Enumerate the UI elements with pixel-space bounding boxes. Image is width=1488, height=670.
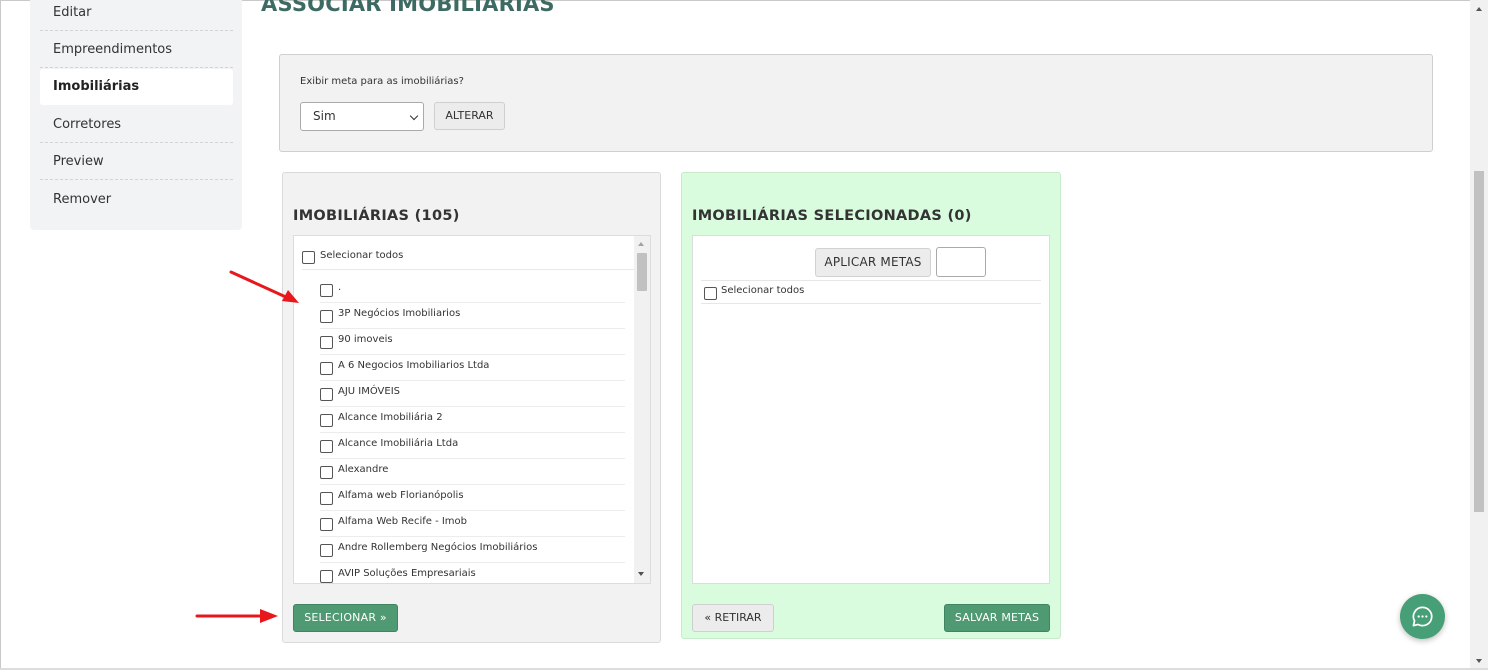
- aplicar-metas-button[interactable]: APLICAR METAS: [815, 248, 931, 277]
- sidebar-item-editar[interactable]: Editar: [40, 0, 233, 31]
- selected-select-all-label: Selecionar todos: [721, 285, 805, 296]
- meta-select[interactable]: Sim: [300, 102, 424, 131]
- list-item-checkbox[interactable]: [320, 440, 333, 453]
- selected-imobiliarias-panel: IMOBILIÁRIAS SELECIONADAS (0) APLICAR ME…: [681, 172, 1061, 639]
- list-item-checkbox[interactable]: [320, 570, 333, 583]
- imobiliarias-list[interactable]: Selecionar todos . 3P Negócios Imobiliar…: [293, 235, 651, 584]
- list-item[interactable]: Alcance Imobiliária 2: [320, 407, 625, 433]
- page-title: ASSOCIAR IMOBILIÁRIAS: [261, 0, 555, 16]
- list-item[interactable]: 90 imoveis: [320, 329, 625, 355]
- list-item-label: Alfama Web Recife - Imob: [338, 516, 468, 527]
- list-item-label: Alexandre: [338, 464, 389, 475]
- annotation-arrow-icon: [229, 270, 299, 303]
- sidebar-item-imobiliarias[interactable]: Imobiliárias: [40, 69, 233, 105]
- selected-select-all-row[interactable]: Selecionar todos: [701, 280, 1041, 304]
- list-item-checkbox[interactable]: [320, 336, 333, 349]
- list-item[interactable]: A 6 Negocios Imobiliarios Ltda: [320, 355, 625, 381]
- list-scrollbar[interactable]: [634, 236, 650, 583]
- list-item-label: AVIP Soluções Empresariais: [338, 568, 476, 579]
- list-item-checkbox[interactable]: [320, 310, 333, 323]
- sidebar-item-corretores[interactable]: Corretores: [40, 106, 233, 143]
- list-item[interactable]: Alfama Web Recife - Imob: [320, 511, 625, 537]
- list-item[interactable]: Alexandre: [320, 459, 625, 485]
- page-frame-left: [0, 0, 1, 670]
- scroll-up-icon[interactable]: [638, 242, 644, 246]
- salvar-metas-button[interactable]: SALVAR METAS: [944, 604, 1050, 632]
- chevron-down-icon: [409, 111, 419, 121]
- list-item-checkbox[interactable]: [320, 492, 333, 505]
- scroll-up-icon[interactable]: [1476, 7, 1482, 11]
- list-item-checkbox[interactable]: [320, 544, 333, 557]
- page-scroll-thumb[interactable]: [1474, 171, 1484, 512]
- scroll-down-icon[interactable]: [1476, 659, 1482, 663]
- selecionar-button[interactable]: SELECIONAR »: [293, 604, 398, 632]
- list-item[interactable]: Andre Rollemberg Negócios Imobiliários: [320, 537, 625, 563]
- chat-bubble-icon: [1412, 606, 1433, 627]
- metas-input[interactable]: [936, 247, 986, 277]
- list-item[interactable]: Alcance Imobiliária Ltda: [320, 433, 625, 459]
- list-item-label: .: [338, 282, 342, 293]
- list-item-checkbox[interactable]: [320, 362, 333, 375]
- selected-panel-title: IMOBILIÁRIAS SELECIONADAS (0): [692, 208, 972, 224]
- list-item-label: Alcance Imobiliária 2: [338, 412, 443, 423]
- meta-panel: Exibir meta para as imobiliárias? Sim AL…: [279, 54, 1433, 152]
- list-item[interactable]: .: [320, 277, 625, 303]
- list-item-label: 90 imoveis: [338, 334, 393, 345]
- list-item[interactable]: AVIP Soluções Empresariais: [320, 563, 625, 583]
- list-item-checkbox[interactable]: [320, 284, 333, 297]
- list-item-label: Alfama web Florianópolis: [338, 490, 464, 501]
- list-item-label: Andre Rollemberg Negócios Imobiliários: [338, 542, 538, 553]
- page-scrollbar[interactable]: [1470, 0, 1488, 670]
- select-all-checkbox[interactable]: [302, 251, 315, 264]
- list-item[interactable]: 3P Negócios Imobiliarios: [320, 303, 625, 329]
- retirar-button[interactable]: « RETIRAR: [692, 604, 774, 632]
- list-scroll-thumb[interactable]: [637, 253, 647, 291]
- imobiliarias-panel: IMOBILIÁRIAS (105) Selecionar todos . 3P…: [282, 172, 661, 643]
- meta-select-value: Sim: [313, 109, 336, 123]
- annotation-arrow-icon: [195, 609, 278, 623]
- list-item-checkbox[interactable]: [320, 388, 333, 401]
- list-item-checkbox[interactable]: [320, 518, 333, 531]
- list-item-checkbox[interactable]: [320, 466, 333, 479]
- list-item[interactable]: Alfama web Florianópolis: [320, 485, 625, 511]
- sidebar-item-preview[interactable]: Preview: [40, 143, 233, 180]
- list-item-label: A 6 Negocios Imobiliarios Ltda: [338, 360, 490, 371]
- alterar-button[interactable]: ALTERAR: [434, 102, 505, 130]
- select-all-label: Selecionar todos: [320, 250, 404, 261]
- selected-select-all-checkbox[interactable]: [704, 287, 717, 300]
- selected-list[interactable]: APLICAR METAS Selecionar todos: [692, 235, 1050, 584]
- list-item-label: Alcance Imobiliária Ltda: [338, 438, 459, 449]
- sidebar: Editar Empreendimentos Imobiliárias Corr…: [30, 0, 242, 230]
- sidebar-item-remover[interactable]: Remover: [40, 181, 233, 218]
- meta-question-label: Exibir meta para as imobiliárias?: [300, 76, 464, 87]
- imobiliarias-panel-title: IMOBILIÁRIAS (105): [293, 208, 460, 224]
- scroll-down-icon[interactable]: [638, 572, 644, 576]
- list-item[interactable]: AJU IMÓVEIS: [320, 381, 625, 407]
- sidebar-item-empreendimentos[interactable]: Empreendimentos: [40, 31, 233, 68]
- select-all-row[interactable]: Selecionar todos: [302, 248, 634, 270]
- list-item-checkbox[interactable]: [320, 414, 333, 427]
- chat-button[interactable]: [1400, 594, 1445, 639]
- list-item-label: AJU IMÓVEIS: [338, 386, 401, 397]
- list-item-label: 3P Negócios Imobiliarios: [338, 308, 461, 319]
